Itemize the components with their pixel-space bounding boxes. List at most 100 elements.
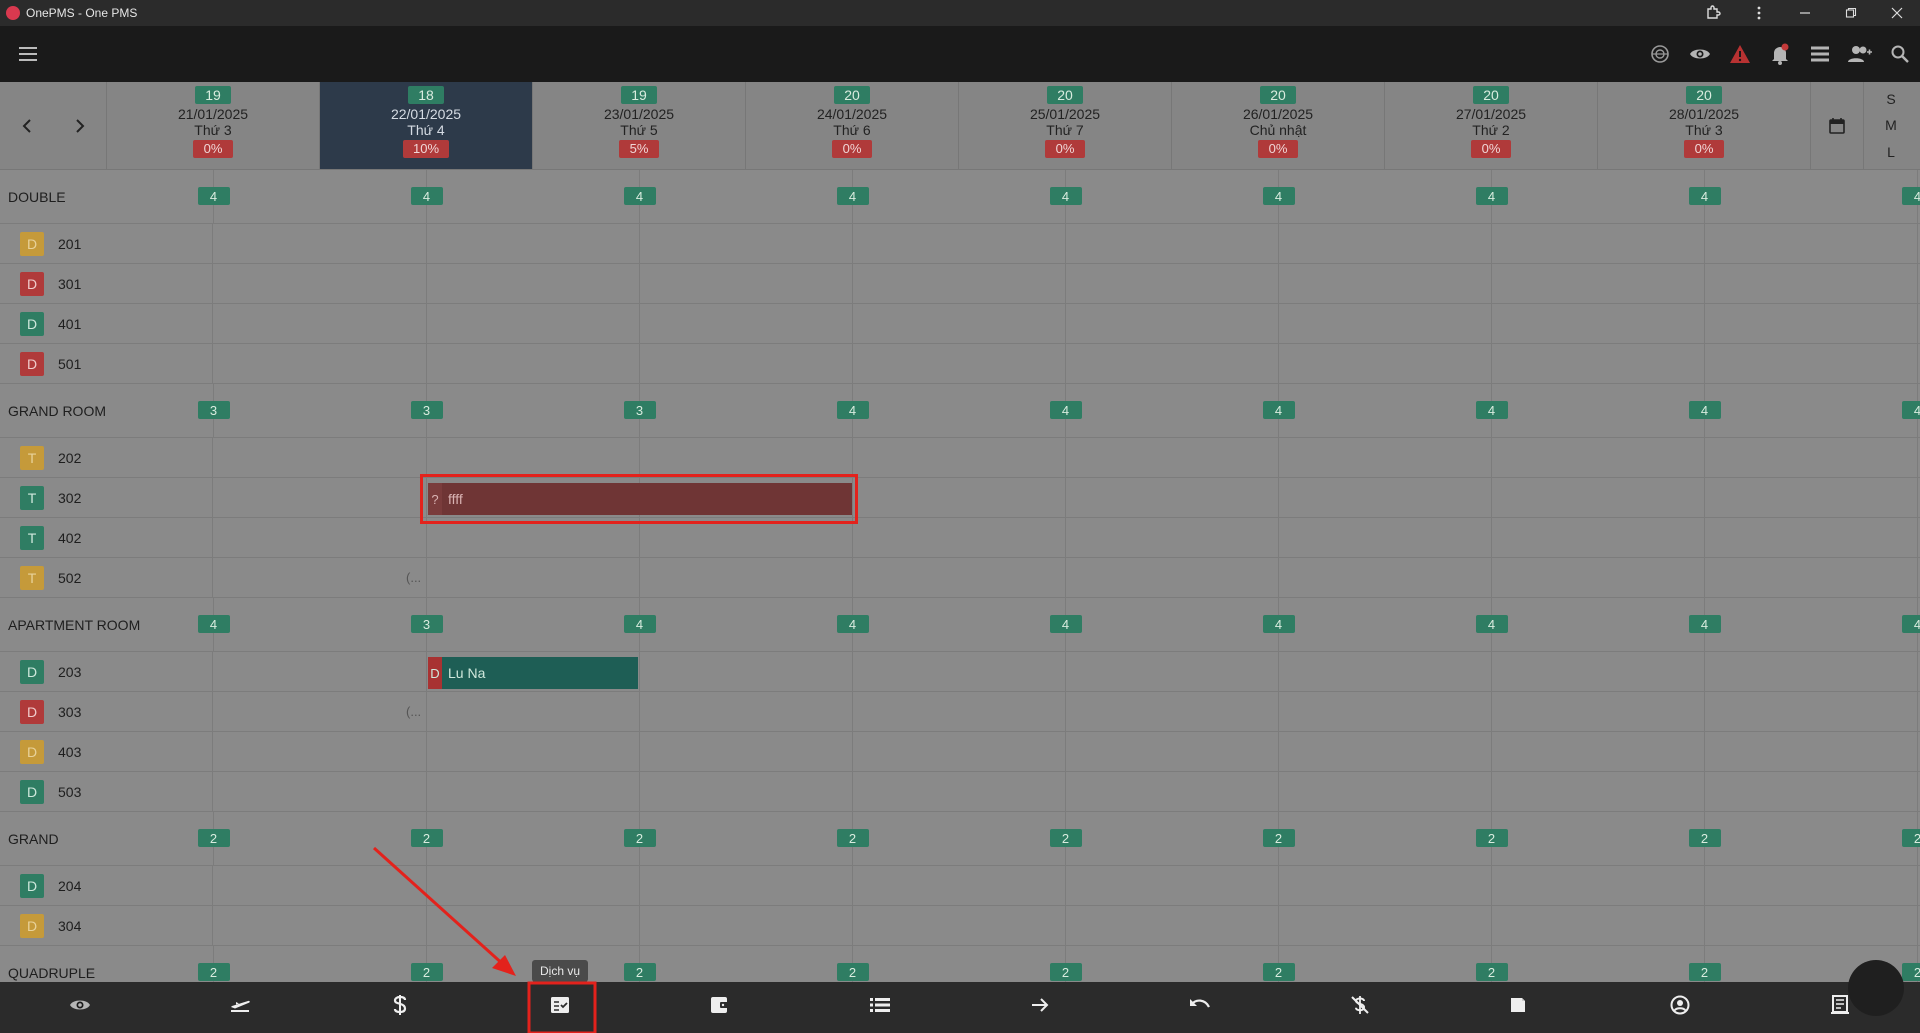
size-option[interactable]: S xyxy=(1886,91,1895,107)
arrow-right-button[interactable] xyxy=(960,982,1120,1033)
booking-bar[interactable]: D Lu Na xyxy=(428,657,638,689)
arrow-right-icon xyxy=(1031,997,1049,1018)
next-arrow-icon[interactable] xyxy=(65,111,95,141)
bell-icon[interactable] xyxy=(1760,34,1800,74)
no-money-button[interactable] xyxy=(1280,982,1440,1033)
occupancy-badge: 0% xyxy=(1045,140,1085,158)
eye-icon[interactable] xyxy=(1680,34,1720,74)
airplane-departure-button[interactable] xyxy=(160,982,320,1033)
size-option[interactable]: M xyxy=(1885,117,1897,133)
extensions-icon[interactable] xyxy=(1690,0,1736,26)
room-type-count-badge: 2 xyxy=(1688,963,1721,981)
room-type-row: APARTMENT ROOM 4 3 4 4 4 4 4 4 4 xyxy=(0,598,1920,652)
room-row[interactable]: D 201 xyxy=(0,224,1920,264)
date-column-header[interactable]: 20 26/01/2025 Chủ nhật 0% xyxy=(1172,82,1385,169)
airplane-departure-icon xyxy=(229,996,251,1019)
grid-divider xyxy=(852,866,853,905)
grid-divider xyxy=(1278,304,1279,343)
room-row[interactable]: D 503 xyxy=(0,772,1920,812)
grid-divider xyxy=(1278,344,1279,383)
room-row[interactable]: T 502 xyxy=(0,558,1920,598)
grid-divider xyxy=(1704,478,1705,517)
date-column-header[interactable]: 18 22/01/2025 Thứ 4 10% xyxy=(320,82,533,169)
room-row[interactable]: D 401 xyxy=(0,304,1920,344)
room-row[interactable]: T 202 xyxy=(0,438,1920,478)
room-number: 403 xyxy=(58,743,82,760)
room-row[interactable]: D 501 xyxy=(0,344,1920,384)
room-row[interactable]: D 301 xyxy=(0,264,1920,304)
previous-arrow-icon[interactable] xyxy=(12,111,42,141)
list-button[interactable] xyxy=(800,982,960,1033)
size-option[interactable]: L xyxy=(1887,144,1895,160)
grid-divider xyxy=(852,558,853,597)
search-icon[interactable] xyxy=(1880,34,1920,74)
date-label: 28/01/2025 xyxy=(1668,106,1740,122)
room-type-count-badge: 4 xyxy=(1262,401,1295,419)
grid-divider xyxy=(1278,652,1279,691)
grid-divider xyxy=(1704,772,1705,811)
restore-button[interactable] xyxy=(1828,0,1874,26)
eye-button[interactable] xyxy=(0,982,160,1033)
grid-divider xyxy=(426,224,427,263)
room-status-code: T xyxy=(20,565,44,590)
list-icon[interactable] xyxy=(1800,34,1840,74)
room-row[interactable]: T 402 xyxy=(0,518,1920,558)
date-column-header[interactable]: 20 25/01/2025 Thứ 7 0% xyxy=(959,82,1172,169)
date-column-header[interactable]: 19 23/01/2025 Thứ 5 5% xyxy=(533,82,746,169)
grid-divider xyxy=(639,692,640,731)
room-booking-grid: DOUBLE 4 4 4 4 4 4 4 4 4 D 201 D 301 D 401 D 501 GRAND ROO… xyxy=(0,170,1920,982)
grid-divider xyxy=(1278,264,1279,303)
account-circle-icon xyxy=(1670,995,1690,1020)
date-column-header[interactable]: 20 27/01/2025 Thứ 2 0% xyxy=(1385,82,1598,169)
room-row[interactable]: D 203 xyxy=(0,652,1920,692)
language-icon[interactable] xyxy=(1640,34,1680,74)
date-column-header[interactable]: 20 28/01/2025 Thứ 3 0% xyxy=(1598,82,1811,169)
grid-divider xyxy=(1917,866,1918,905)
room-type-count-badge: 4 xyxy=(836,187,869,205)
room-status-code: D xyxy=(20,351,44,376)
room-row[interactable]: D 304 xyxy=(0,906,1920,946)
room-label: D 503 xyxy=(0,772,213,811)
folder-button[interactable] xyxy=(1440,982,1600,1033)
account-circle-button[interactable] xyxy=(1600,982,1760,1033)
date-column-header[interactable]: 20 24/01/2025 Thứ 6 0% xyxy=(746,82,959,169)
room-type-label: GRAND ROOM xyxy=(8,402,106,419)
grid-divider xyxy=(1917,438,1918,477)
wallet-button[interactable] xyxy=(640,982,800,1033)
overflow-indicator: (... xyxy=(406,570,422,585)
service-checklist-button[interactable] xyxy=(480,982,640,1033)
warning-icon[interactable] xyxy=(1720,34,1760,74)
room-row[interactable]: D 303 xyxy=(0,692,1920,732)
room-number: 301 xyxy=(58,275,82,292)
room-label: D 303 xyxy=(0,692,213,731)
date-column-header[interactable]: 19 21/01/2025 Thứ 3 0% xyxy=(107,82,320,169)
booking-status-code: D xyxy=(428,657,442,689)
tooltip: Dịch vụ xyxy=(532,960,589,982)
room-type-count-badge: 4 xyxy=(1901,615,1920,633)
grid-divider xyxy=(639,906,640,945)
grid-divider xyxy=(1704,518,1705,557)
room-type-count-badge: 2 xyxy=(836,963,869,981)
grid-divider xyxy=(1278,866,1279,905)
minimize-button[interactable] xyxy=(1782,0,1828,26)
room-type-row: DOUBLE 4 4 4 4 4 4 4 4 4 xyxy=(0,170,1920,224)
add-user-icon[interactable] xyxy=(1840,34,1880,74)
calendar-icon[interactable] xyxy=(1811,82,1864,169)
hamburger-menu-icon[interactable] xyxy=(0,26,56,82)
room-number: 302 xyxy=(58,489,82,506)
undo-button[interactable] xyxy=(1120,982,1280,1033)
available-rooms-badge: 20 xyxy=(1473,86,1509,104)
room-type-count-badge: 2 xyxy=(623,829,656,847)
room-type-count-badge: 4 xyxy=(1262,615,1295,633)
close-button[interactable] xyxy=(1874,0,1920,26)
dollar-button[interactable] xyxy=(320,982,480,1033)
room-row[interactable]: D 403 xyxy=(0,732,1920,772)
room-row[interactable]: D 204 xyxy=(0,866,1920,906)
grid-divider xyxy=(1491,304,1492,343)
grid-divider xyxy=(426,652,427,691)
occupancy-badge: 0% xyxy=(1471,140,1511,158)
room-row[interactable]: T 302 xyxy=(0,478,1920,518)
grid-divider xyxy=(1065,772,1066,811)
floating-action-button[interactable] xyxy=(1848,960,1904,1016)
more-options-icon[interactable] xyxy=(1736,0,1782,26)
